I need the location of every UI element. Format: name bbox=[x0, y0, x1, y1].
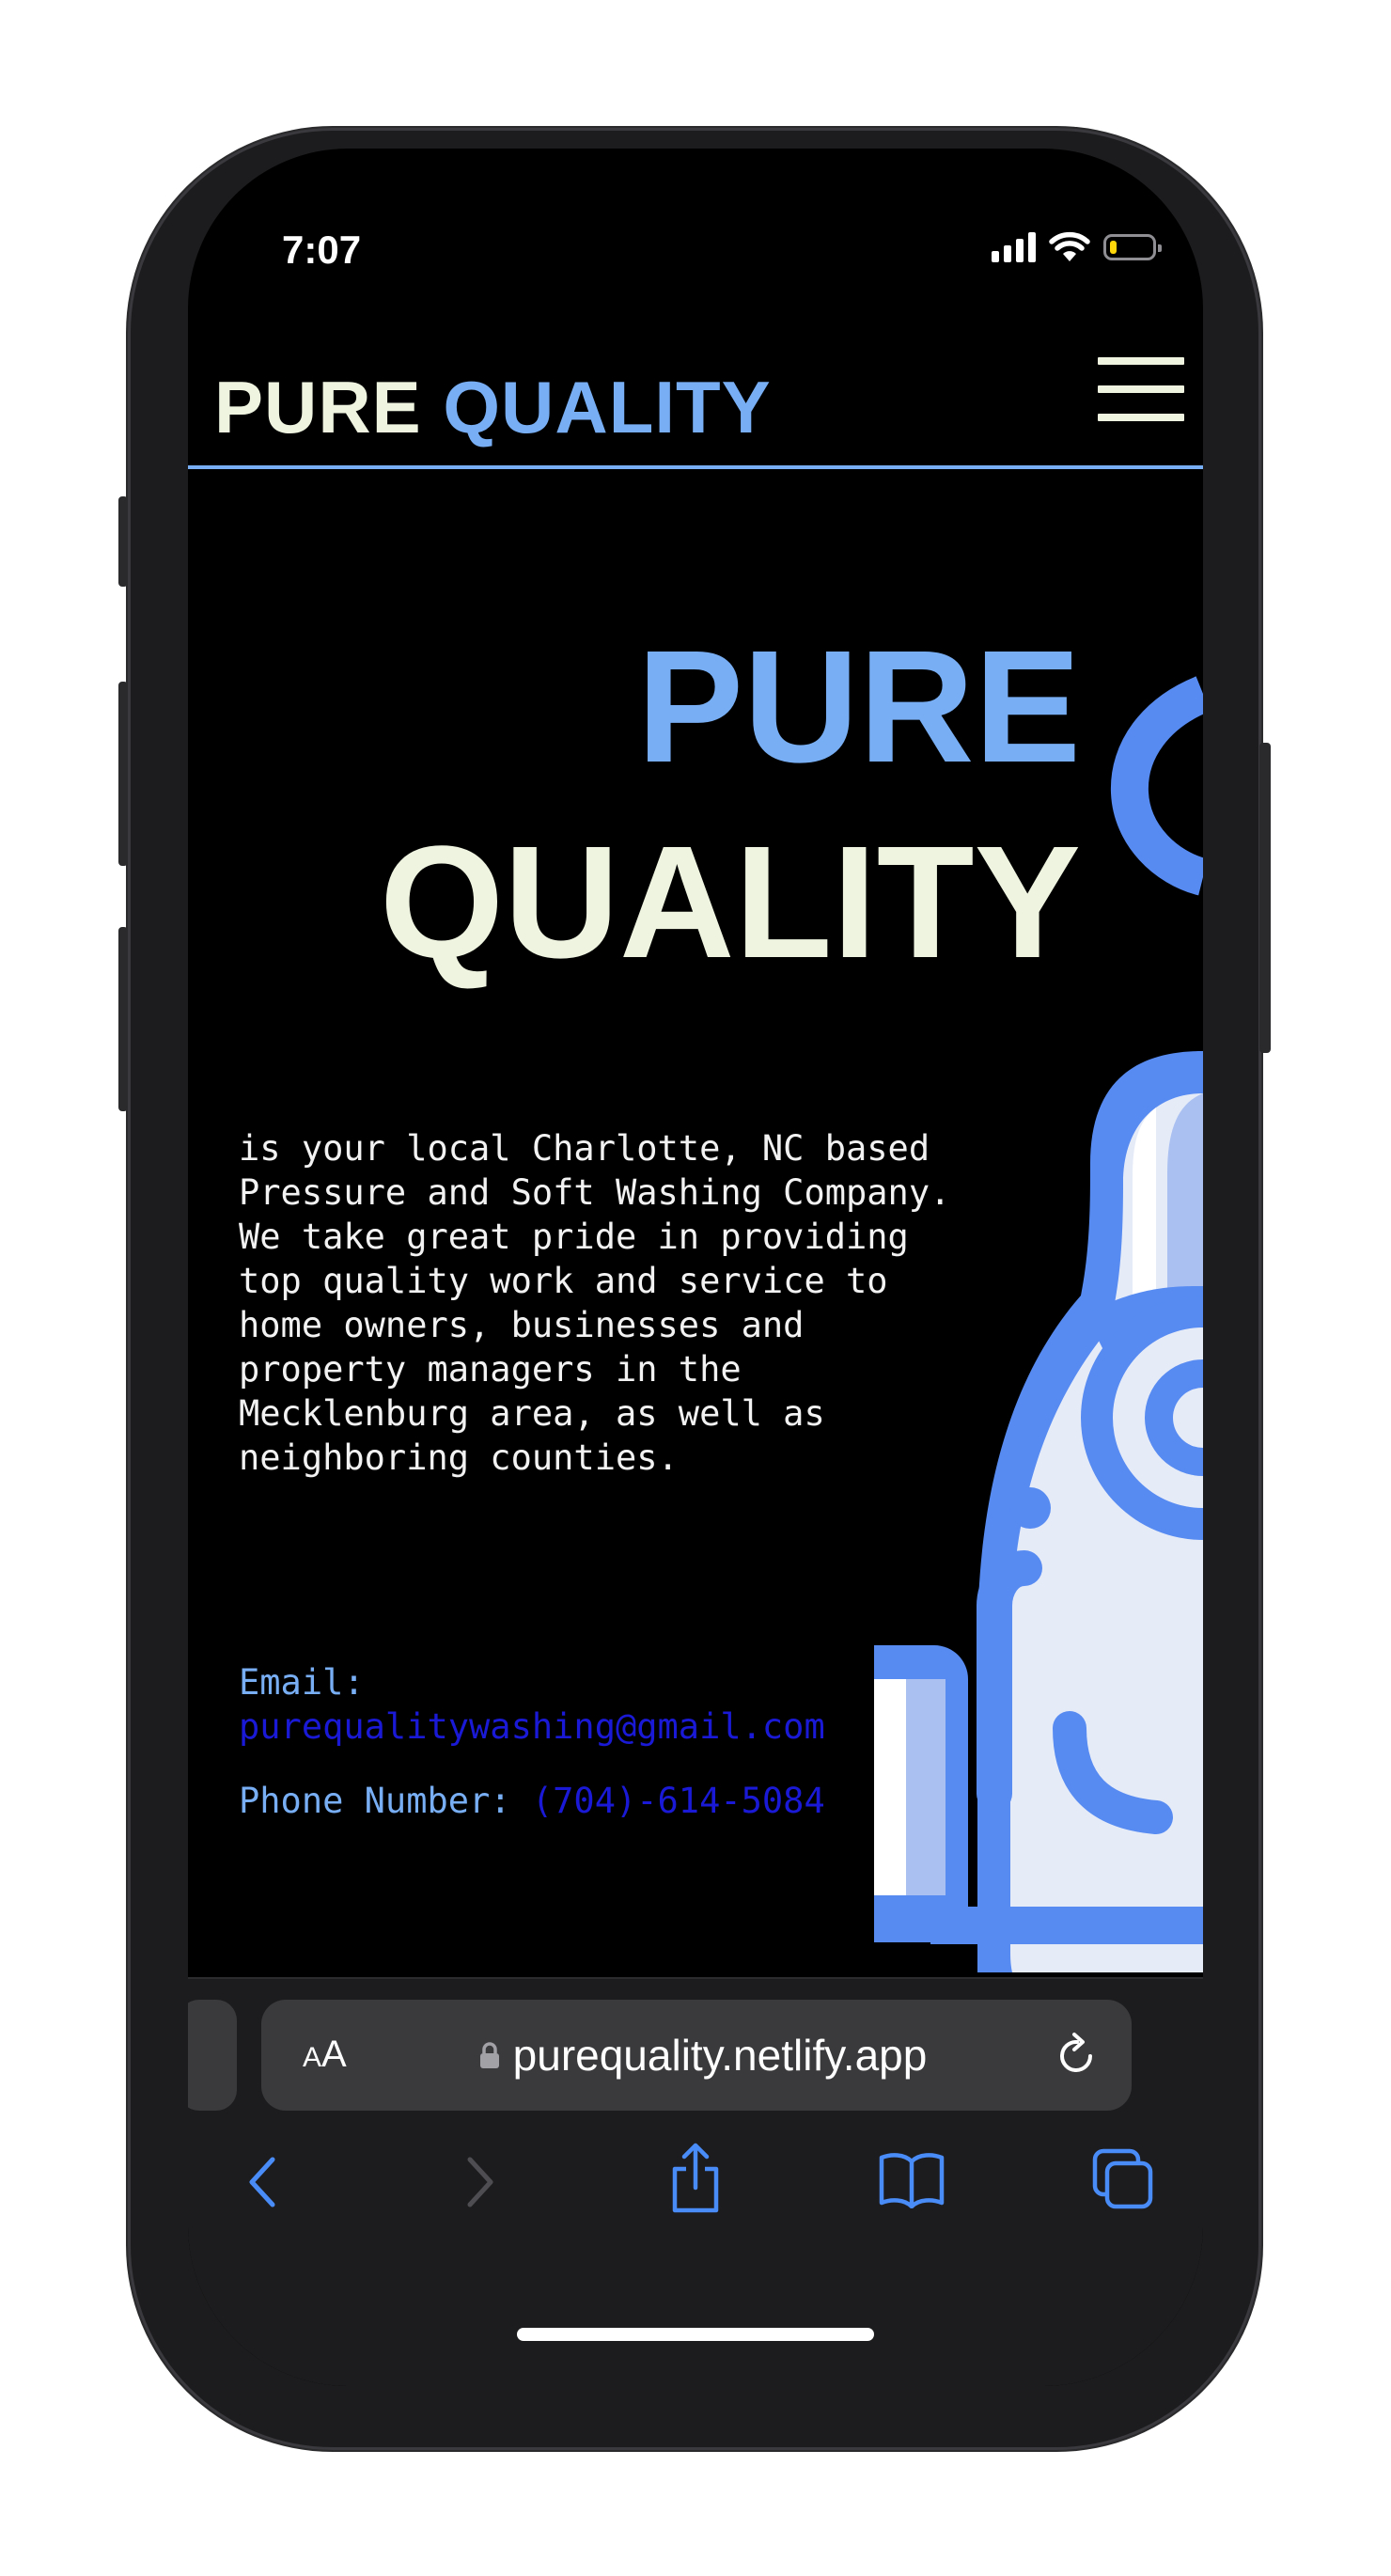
status-time: 7:07 bbox=[282, 228, 362, 272]
lock-icon bbox=[479, 2042, 499, 2068]
site-logo[interactable]: PURE QUALITY bbox=[214, 365, 772, 450]
logo-word-pure: PURE bbox=[214, 366, 444, 448]
hero-title: PURE QUALITY bbox=[380, 609, 1081, 1000]
header-divider bbox=[188, 465, 1203, 469]
previous-tab-peek[interactable] bbox=[188, 2000, 237, 2111]
phone-link[interactable]: (704)-614-5084 bbox=[532, 1781, 825, 1821]
site-header: PURE QUALITY bbox=[188, 337, 1203, 468]
phone-screen: 7:07 PURE QUALITY PURE QUALITY is your l… bbox=[188, 149, 1203, 2386]
home-indicator bbox=[517, 2328, 874, 2341]
ring-fragment bbox=[1110, 676, 1203, 896]
address-bar[interactable]: AA purequality.netlify.app bbox=[261, 2000, 1132, 2111]
battery-level-fill bbox=[1110, 241, 1117, 254]
forward-icon[interactable] bbox=[462, 2154, 500, 2210]
tabs-icon[interactable] bbox=[1092, 2148, 1154, 2210]
url-text: purequality.netlify.app bbox=[512, 2031, 928, 2080]
action-button bbox=[118, 496, 128, 587]
status-icons bbox=[992, 231, 1162, 263]
email-label: Email: bbox=[239, 1662, 365, 1703]
volume-down-button bbox=[118, 927, 128, 1111]
url-field[interactable]: purequality.netlify.app bbox=[459, 2030, 947, 2081]
phone-block: Phone Number: (704)-614-5084 bbox=[239, 1779, 825, 1823]
back-icon[interactable] bbox=[242, 2154, 280, 2210]
phone-label: Phone Number: bbox=[239, 1781, 511, 1821]
hero-title-line2: QUALITY bbox=[379, 813, 1081, 992]
browser-bottom-bar: AA purequality.netlify.app bbox=[188, 1977, 1203, 2386]
bookmarks-icon[interactable] bbox=[878, 2150, 946, 2208]
text-size-button[interactable]: AA bbox=[303, 2034, 347, 2076]
company-description: is your local Charlotte, NC based Pressu… bbox=[239, 1128, 951, 1478]
power-button bbox=[1259, 743, 1271, 1053]
hero-title-line1: PURE bbox=[636, 618, 1081, 796]
reload-icon[interactable] bbox=[1055, 2032, 1100, 2079]
hamburger-menu-icon[interactable] bbox=[1098, 357, 1184, 421]
email-block: Email: purequalitywashing@gmail.com bbox=[239, 1660, 953, 1749]
volume-up-button bbox=[118, 682, 128, 866]
browser-toolbar bbox=[188, 2129, 1203, 2242]
email-link[interactable]: purequalitywashing@gmail.com bbox=[239, 1706, 825, 1747]
battery-low-icon bbox=[1103, 234, 1162, 260]
base-bottom bbox=[930, 1907, 1203, 1944]
logo-word-quality: QUALITY bbox=[443, 366, 772, 448]
rivet-dot bbox=[1009, 1487, 1051, 1529]
share-icon[interactable] bbox=[667, 2143, 724, 2214]
cellular-signal-icon bbox=[992, 232, 1036, 262]
wifi-icon bbox=[1049, 231, 1090, 261]
